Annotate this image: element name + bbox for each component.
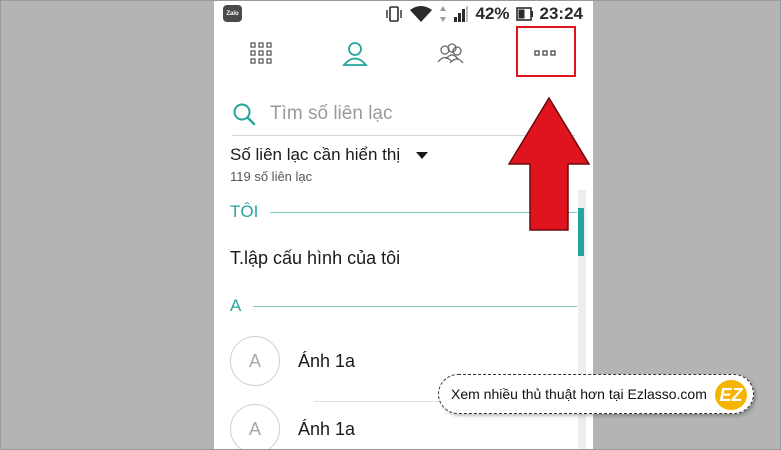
section-header-a: A	[230, 294, 577, 318]
avatar: A	[230, 404, 280, 450]
battery-icon	[515, 7, 533, 21]
caret-down-icon	[416, 151, 429, 159]
contact-name: Ánh 1a	[298, 350, 356, 371]
my-profile-item[interactable]: T.lập cấu hình của tôi	[230, 248, 400, 269]
clock: 23:24	[539, 4, 583, 23]
watermark-text: Xem nhiều thủ thuật hơn tại Ezlasso.com	[451, 386, 707, 402]
contact-name: Ánh 1a	[298, 418, 356, 439]
contact-filter[interactable]: Số liên lạc cần hiển thị 119 số liên lạc	[230, 145, 429, 184]
contact-count: 119 số liên lạc	[230, 169, 313, 184]
tab-apps[interactable]	[226, 28, 296, 78]
battery-percent: 42%	[475, 4, 510, 23]
tab-groups[interactable]	[415, 28, 485, 78]
red-arrow-annotation	[507, 96, 591, 231]
avatar: A	[230, 336, 280, 386]
section-divider	[253, 305, 577, 307]
status-indicators: 42% 23:24	[385, 3, 583, 25]
status-bar: Zalo 42% 23:24	[214, 0, 593, 28]
section-label-me: TÔI	[230, 202, 259, 221]
group-icon	[437, 43, 464, 64]
zalo-app-icon: Zalo	[223, 5, 242, 22]
search-icon	[233, 103, 256, 125]
filter-title: Số liên lạc cần hiển thị	[230, 145, 401, 164]
vibrate-icon	[386, 6, 403, 22]
data-arrows-icon	[440, 6, 447, 22]
apps-grid-icon	[250, 42, 272, 64]
wifi-icon	[410, 6, 433, 22]
highlight-box	[516, 26, 576, 77]
tab-contacts[interactable]	[320, 28, 390, 78]
signal-icon	[454, 6, 469, 22]
section-label-a: A	[230, 296, 242, 315]
ez-logo: EZ	[713, 378, 749, 412]
watermark-banner: Xem nhiều thủ thuật hơn tại Ezlasso.com	[438, 374, 754, 414]
contacts-person-icon	[342, 42, 368, 66]
